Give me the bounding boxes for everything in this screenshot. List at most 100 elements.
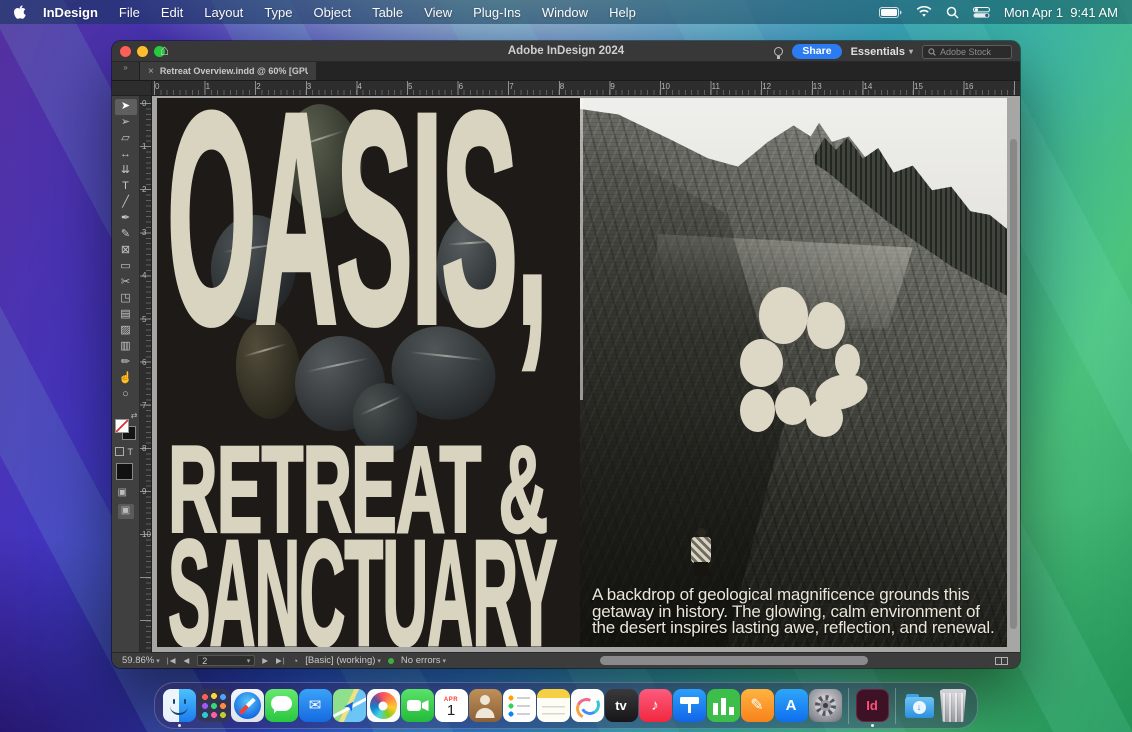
toolbar-collapse-chevrons[interactable]: » <box>112 62 140 80</box>
document-tab-label: Retreat Overview.indd @ 60% [GPU Preview… <box>160 66 308 76</box>
menu-object[interactable]: Object <box>314 5 352 20</box>
menu-clock[interactable]: Mon Apr 1 9:41 AM <box>1004 5 1118 20</box>
previous-page-button[interactable]: ◀ <box>183 656 190 665</box>
dock-photos[interactable] <box>366 689 400 722</box>
tool-gap-tool[interactable]: ↔ <box>115 147 137 163</box>
dock-mail[interactable]: ✉ <box>298 689 332 722</box>
tool-rectangle-tool[interactable]: ▭ <box>115 259 137 275</box>
appstore-label: A <box>786 698 797 713</box>
menu-layout[interactable]: Layout <box>204 5 243 20</box>
spotlight-search-icon[interactable] <box>946 6 959 19</box>
tool-zoom-tool[interactable]: ○ <box>115 387 137 403</box>
ruler-origin-corner[interactable] <box>112 81 152 95</box>
page-number-field[interactable]: 2 ▾ <box>197 655 255 666</box>
formatting-affects-text-button[interactable]: T <box>128 447 134 457</box>
menu-table[interactable]: Table <box>372 5 403 20</box>
dock-keynote[interactable] <box>672 689 706 722</box>
menu-plugins[interactable]: Plug-Ins <box>473 5 521 20</box>
tool-color-theme-tool[interactable]: ✏ <box>115 355 137 371</box>
dock-contacts[interactable] <box>468 689 502 722</box>
menu-view[interactable]: View <box>424 5 452 20</box>
menu-edit[interactable]: Edit <box>161 5 183 20</box>
last-page-button[interactable]: ▶| <box>276 656 286 665</box>
dock-separator <box>848 688 849 724</box>
tool-content-collector[interactable]: ⇊ <box>115 163 137 179</box>
close-tab-icon[interactable]: × <box>148 66 154 77</box>
discover-lightbulb-icon[interactable] <box>774 47 783 56</box>
dock-safari[interactable] <box>230 689 264 722</box>
dock-appstore[interactable]: A <box>774 689 808 722</box>
zoom-level-control[interactable]: 59.86%▾ <box>122 655 160 666</box>
headline-sanctuary: SANCTUARY <box>168 518 556 647</box>
dock-appletv[interactable]: tv <box>604 689 638 722</box>
dock-pages[interactable]: ✎ <box>740 689 774 722</box>
spread-view-icon[interactable] <box>995 657 1008 665</box>
dock-freeform[interactable] <box>570 689 604 722</box>
dock-reminders[interactable] <box>502 689 536 722</box>
first-page-button[interactable]: |◀ <box>167 656 177 665</box>
dock-downloads[interactable]: ↓ <box>902 689 936 722</box>
tool-gradient-feather-tool[interactable]: ▨ <box>115 323 137 339</box>
horizontal-ruler[interactable]: 012345678910111213141516 <box>152 81 1020 95</box>
spread-left-page[interactable]: OASIS, RETREAT & SANCTUARY <box>157 98 580 647</box>
dock-launchpad[interactable] <box>196 689 230 722</box>
tool-pen-tool[interactable]: ✒ <box>115 211 137 227</box>
dock-messages[interactable] <box>264 689 298 722</box>
tool-line-tool[interactable]: ╱ <box>115 195 137 211</box>
messages-icon <box>265 689 298 722</box>
tool-selection[interactable]: ➤ <box>115 99 137 115</box>
formatting-affects-container-button[interactable] <box>115 447 124 456</box>
tool-hand-tool[interactable]: ☝ <box>115 371 137 387</box>
adobe-stock-search-input[interactable]: Adobe Stock <box>922 45 1012 59</box>
vertical-scrollbar[interactable] <box>1010 139 1017 629</box>
dock-indesign[interactable]: Id <box>855 689 889 722</box>
mail-icon: ✉ <box>299 689 332 722</box>
dock-trash[interactable] <box>936 689 970 722</box>
menu-file[interactable]: File <box>119 5 140 20</box>
tool-free-transform-tool[interactable]: ◳ <box>115 291 137 307</box>
screen-mode-icon[interactable]: ▣ <box>118 487 127 498</box>
tool-scissors-tool[interactable]: ✂ <box>115 275 137 291</box>
menu-window[interactable]: Window <box>542 5 588 20</box>
dock-maps[interactable] <box>332 689 366 722</box>
ruler-number: 9 <box>610 82 614 91</box>
share-button[interactable]: Share <box>792 44 841 59</box>
document-tab[interactable]: × Retreat Overview.indd @ 60% [GPU Previ… <box>140 62 316 80</box>
tool-gradient-swatch-tool[interactable]: ▤ <box>115 307 137 323</box>
dock-facetime[interactable] <box>400 689 434 722</box>
dock-finder[interactable] <box>162 689 196 722</box>
menu-type[interactable]: Type <box>264 5 292 20</box>
next-page-button[interactable]: ▶ <box>262 656 269 665</box>
status-bar: 59.86%▾ |◀ ◀ 2 ▾ ▶ ▶| ◔ [Basic] (working… <box>112 652 1020 668</box>
tool-direct-selection[interactable]: ➢ <box>115 115 137 131</box>
control-center-icon[interactable] <box>973 7 990 18</box>
vertical-ruler[interactable]: 012345678910 <box>140 96 152 652</box>
apple-logo-icon[interactable] <box>14 5 27 20</box>
workspace-switcher[interactable]: Essentials ▾ <box>851 46 913 58</box>
window-titlebar[interactable]: ⌂ Adobe InDesign 2024 Share Essentials ▾… <box>112 41 1020 62</box>
preflight-profile-menu[interactable]: [Basic] (working)▾ <box>305 655 381 666</box>
wifi-icon[interactable] <box>916 6 932 18</box>
tool-type-tool[interactable]: T <box>115 179 137 195</box>
horizontal-scrollbar[interactable] <box>600 656 868 665</box>
battery-icon[interactable] <box>879 7 902 18</box>
error-status-menu[interactable]: No errors▾ <box>401 655 446 666</box>
apply-color-button[interactable] <box>116 463 133 480</box>
swap-fill-stroke-icon[interactable]: ⇄ <box>131 411 138 420</box>
dock-music[interactable]: ♪ <box>638 689 672 722</box>
tool-notes-tool[interactable]: ▥ <box>115 339 137 355</box>
menu-indesign[interactable]: InDesign <box>43 5 98 20</box>
preflight-icon[interactable]: ◔ <box>293 656 298 666</box>
dock-calendar[interactable]: APR1 <box>434 689 468 722</box>
tool-pencil-tool[interactable]: ✎ <box>115 227 137 243</box>
dock-notes[interactable] <box>536 689 570 722</box>
dock-numbers[interactable] <box>706 689 740 722</box>
dock-settings[interactable] <box>808 689 842 722</box>
tool-frame-tool[interactable]: ⊠ <box>115 243 137 259</box>
document-viewport[interactable]: OASIS, RETREAT & SANCTUARY <box>152 96 1020 652</box>
spread-right-page[interactable]: A backdrop of geological magnificence gr… <box>580 98 1007 647</box>
tool-page-tool[interactable]: ▱ <box>115 131 137 147</box>
view-mode-button[interactable]: ▣ <box>118 504 134 519</box>
menu-help[interactable]: Help <box>609 5 636 20</box>
fill-color-swatch[interactable] <box>115 419 129 433</box>
